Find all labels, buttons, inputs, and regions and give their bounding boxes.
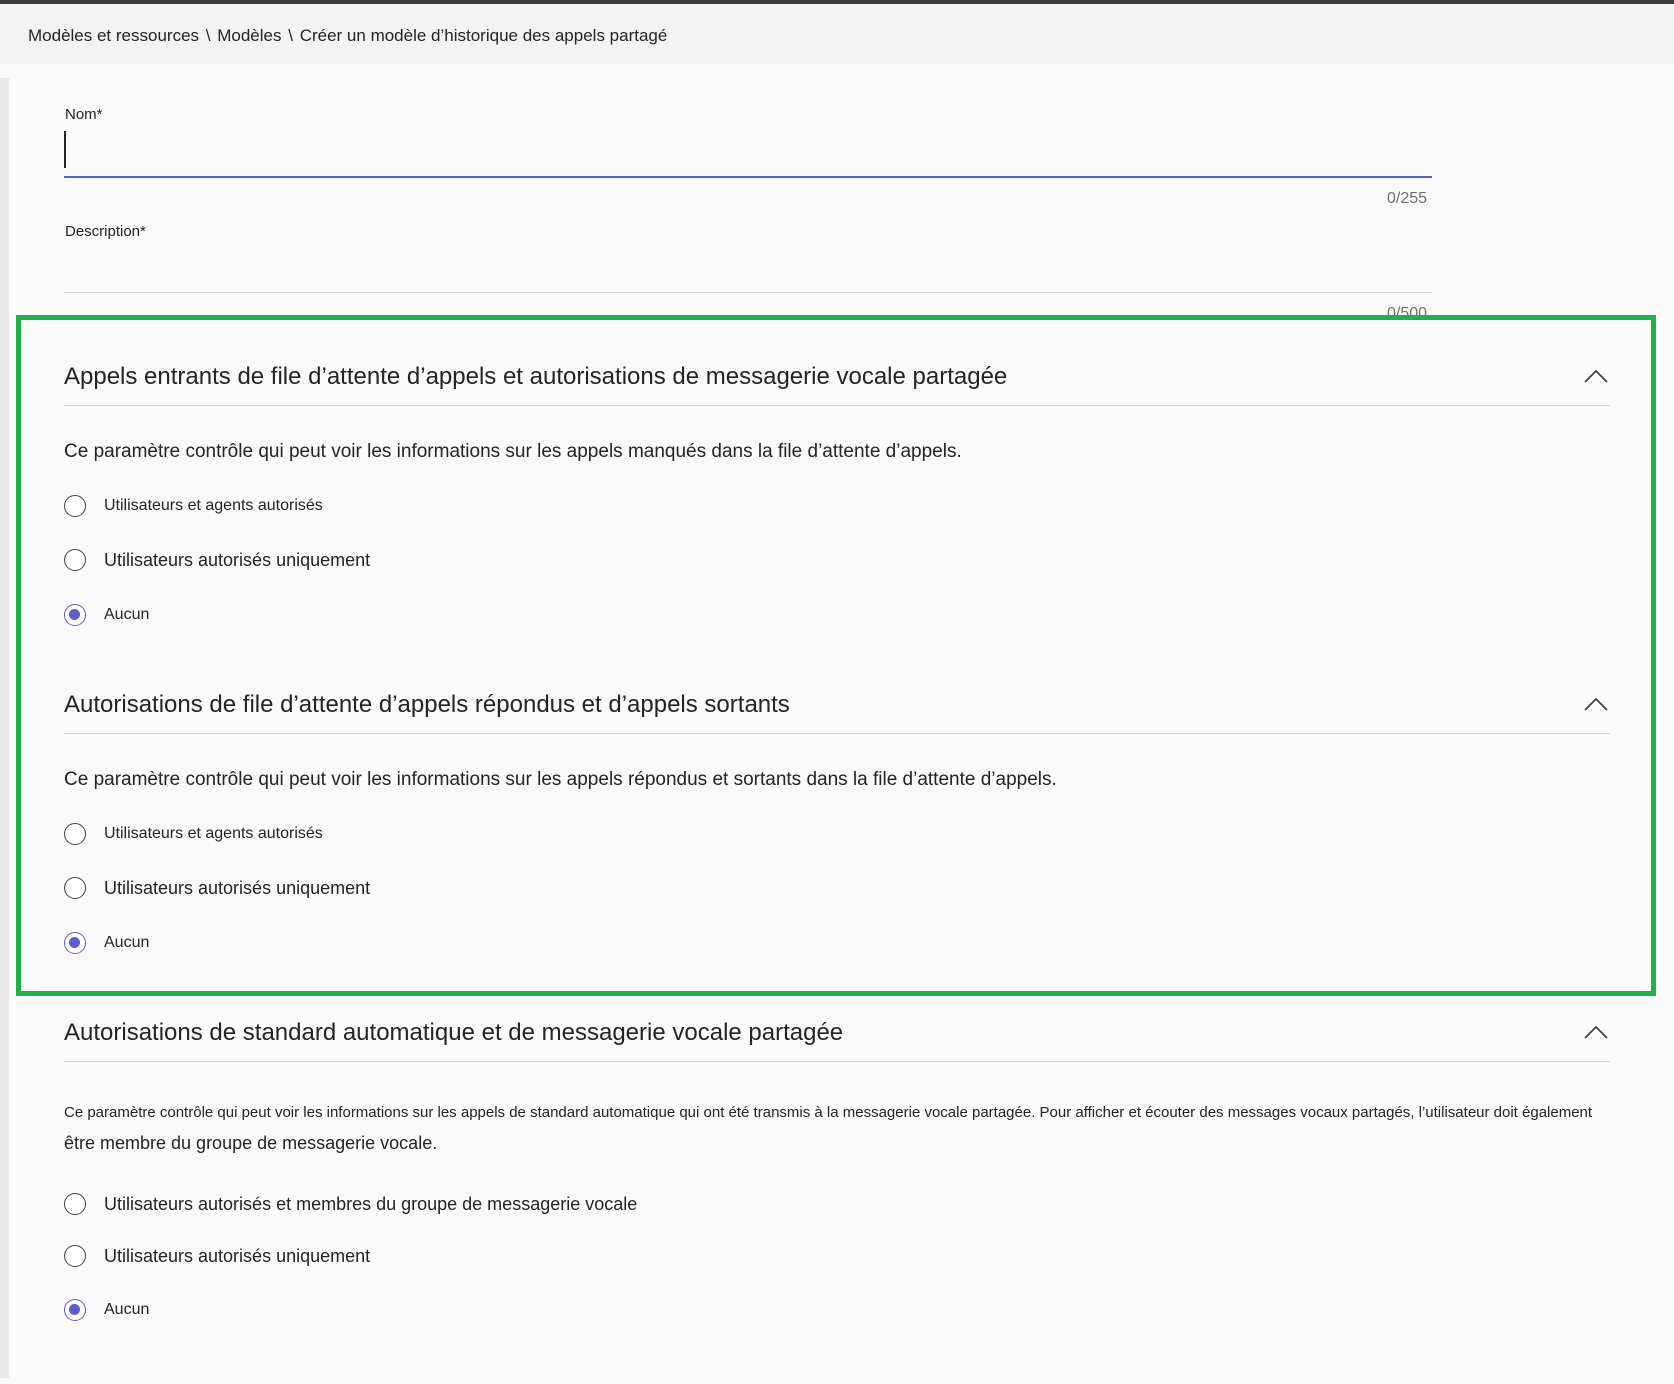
section-answered-outbound: Autorisations de file d’attente d’appels…: [64, 691, 1610, 971]
radio-button[interactable]: [64, 495, 86, 517]
section-description: Ce paramètre contrôle qui peut voir les …: [64, 441, 962, 462]
chevron-up-icon[interactable]: [1582, 367, 1610, 387]
breadcrumb-item-templates[interactable]: Modèles: [217, 26, 281, 45]
breadcrumb: Modèles et ressources \ Modèles \ Créer …: [28, 26, 667, 46]
chevron-up-icon[interactable]: [1582, 1023, 1610, 1043]
radio-button[interactable]: [64, 823, 86, 845]
description-input[interactable]: [64, 252, 1432, 293]
description-counter: 0/500: [1387, 305, 1428, 322]
radio-option-users-agents[interactable]: Utilisateurs et agents autorisés: [64, 491, 323, 521]
radio-label: Aucun: [104, 606, 150, 623]
section-description-line1: Ce paramètre contrôle qui peut voir les …: [64, 1104, 1593, 1121]
page-header: Modèles et ressources \ Modèles \ Créer …: [0, 4, 1674, 64]
section-title: Autorisations de standard automatique et…: [64, 1019, 844, 1046]
radio-option-users-only[interactable]: Utilisateurs autorisés uniquement: [64, 873, 370, 903]
radio-button[interactable]: [64, 1193, 86, 1215]
radio-option-none[interactable]: Aucun: [64, 600, 149, 630]
name-counter: 0/255: [1387, 190, 1428, 207]
section-title: Appels entrants de file d’attente d’appe…: [64, 363, 1008, 390]
text-caret: [64, 131, 66, 168]
radio-button-selected[interactable]: [64, 932, 86, 954]
section-description-line2: être membre du groupe de messagerie voca…: [64, 1133, 438, 1153]
name-label: Nom*: [65, 106, 103, 123]
breadcrumb-item-templates-resources[interactable]: Modèles et ressources: [28, 26, 199, 45]
section-auto-attendant: Autorisations de standard automatique et…: [64, 1019, 1610, 1349]
radio-option-users-only[interactable]: Utilisateurs autorisés uniquement: [64, 1241, 370, 1271]
radio-button-selected[interactable]: [64, 1299, 86, 1321]
left-scrollbar[interactable]: [0, 78, 9, 1378]
radio-button[interactable]: [64, 549, 86, 571]
section-divider: [64, 1061, 1610, 1062]
section-divider: [64, 405, 1610, 406]
breadcrumb-separator: \: [288, 26, 293, 45]
name-input[interactable]: [64, 126, 1432, 178]
radio-label: Utilisateurs autorisés uniquement: [104, 877, 371, 898]
radio-button-selected[interactable]: [64, 604, 86, 626]
radio-label: Utilisateurs autorisés uniquement: [104, 549, 371, 570]
section-incoming-calls: Appels entrants de file d’attente d’appe…: [64, 363, 1610, 643]
radio-label: Utilisateurs autorisés uniquement: [104, 1245, 371, 1266]
radio-label: Aucun: [104, 1301, 150, 1318]
section-title: Autorisations de file d’attente d’appels…: [64, 691, 790, 718]
section-divider: [64, 733, 1610, 734]
breadcrumb-item-current: Créer un modèle d’historique des appels …: [299, 26, 668, 45]
radio-label: Utilisateurs et agents autorisés: [104, 825, 323, 842]
radio-option-users-group-members[interactable]: Utilisateurs autorisés et membres du gro…: [64, 1189, 637, 1219]
radio-label: Utilisateurs autorisés et membres du gro…: [104, 1193, 638, 1214]
radio-option-users-agents[interactable]: Utilisateurs et agents autorisés: [64, 819, 323, 849]
chevron-up-icon[interactable]: [1582, 695, 1610, 715]
radio-label: Aucun: [104, 934, 150, 951]
radio-button[interactable]: [64, 1245, 86, 1267]
radio-option-none[interactable]: Aucun: [64, 928, 149, 958]
breadcrumb-separator: \: [205, 26, 211, 45]
radio-option-users-only[interactable]: Utilisateurs autorisés uniquement: [64, 545, 370, 575]
radio-option-none[interactable]: Aucun: [64, 1295, 149, 1325]
radio-label: Utilisateurs et agents autorisés: [104, 497, 323, 514]
description-label: Description*: [65, 223, 146, 240]
radio-button[interactable]: [64, 877, 86, 899]
section-description: Ce paramètre contrôle qui peut voir les …: [64, 769, 1057, 790]
